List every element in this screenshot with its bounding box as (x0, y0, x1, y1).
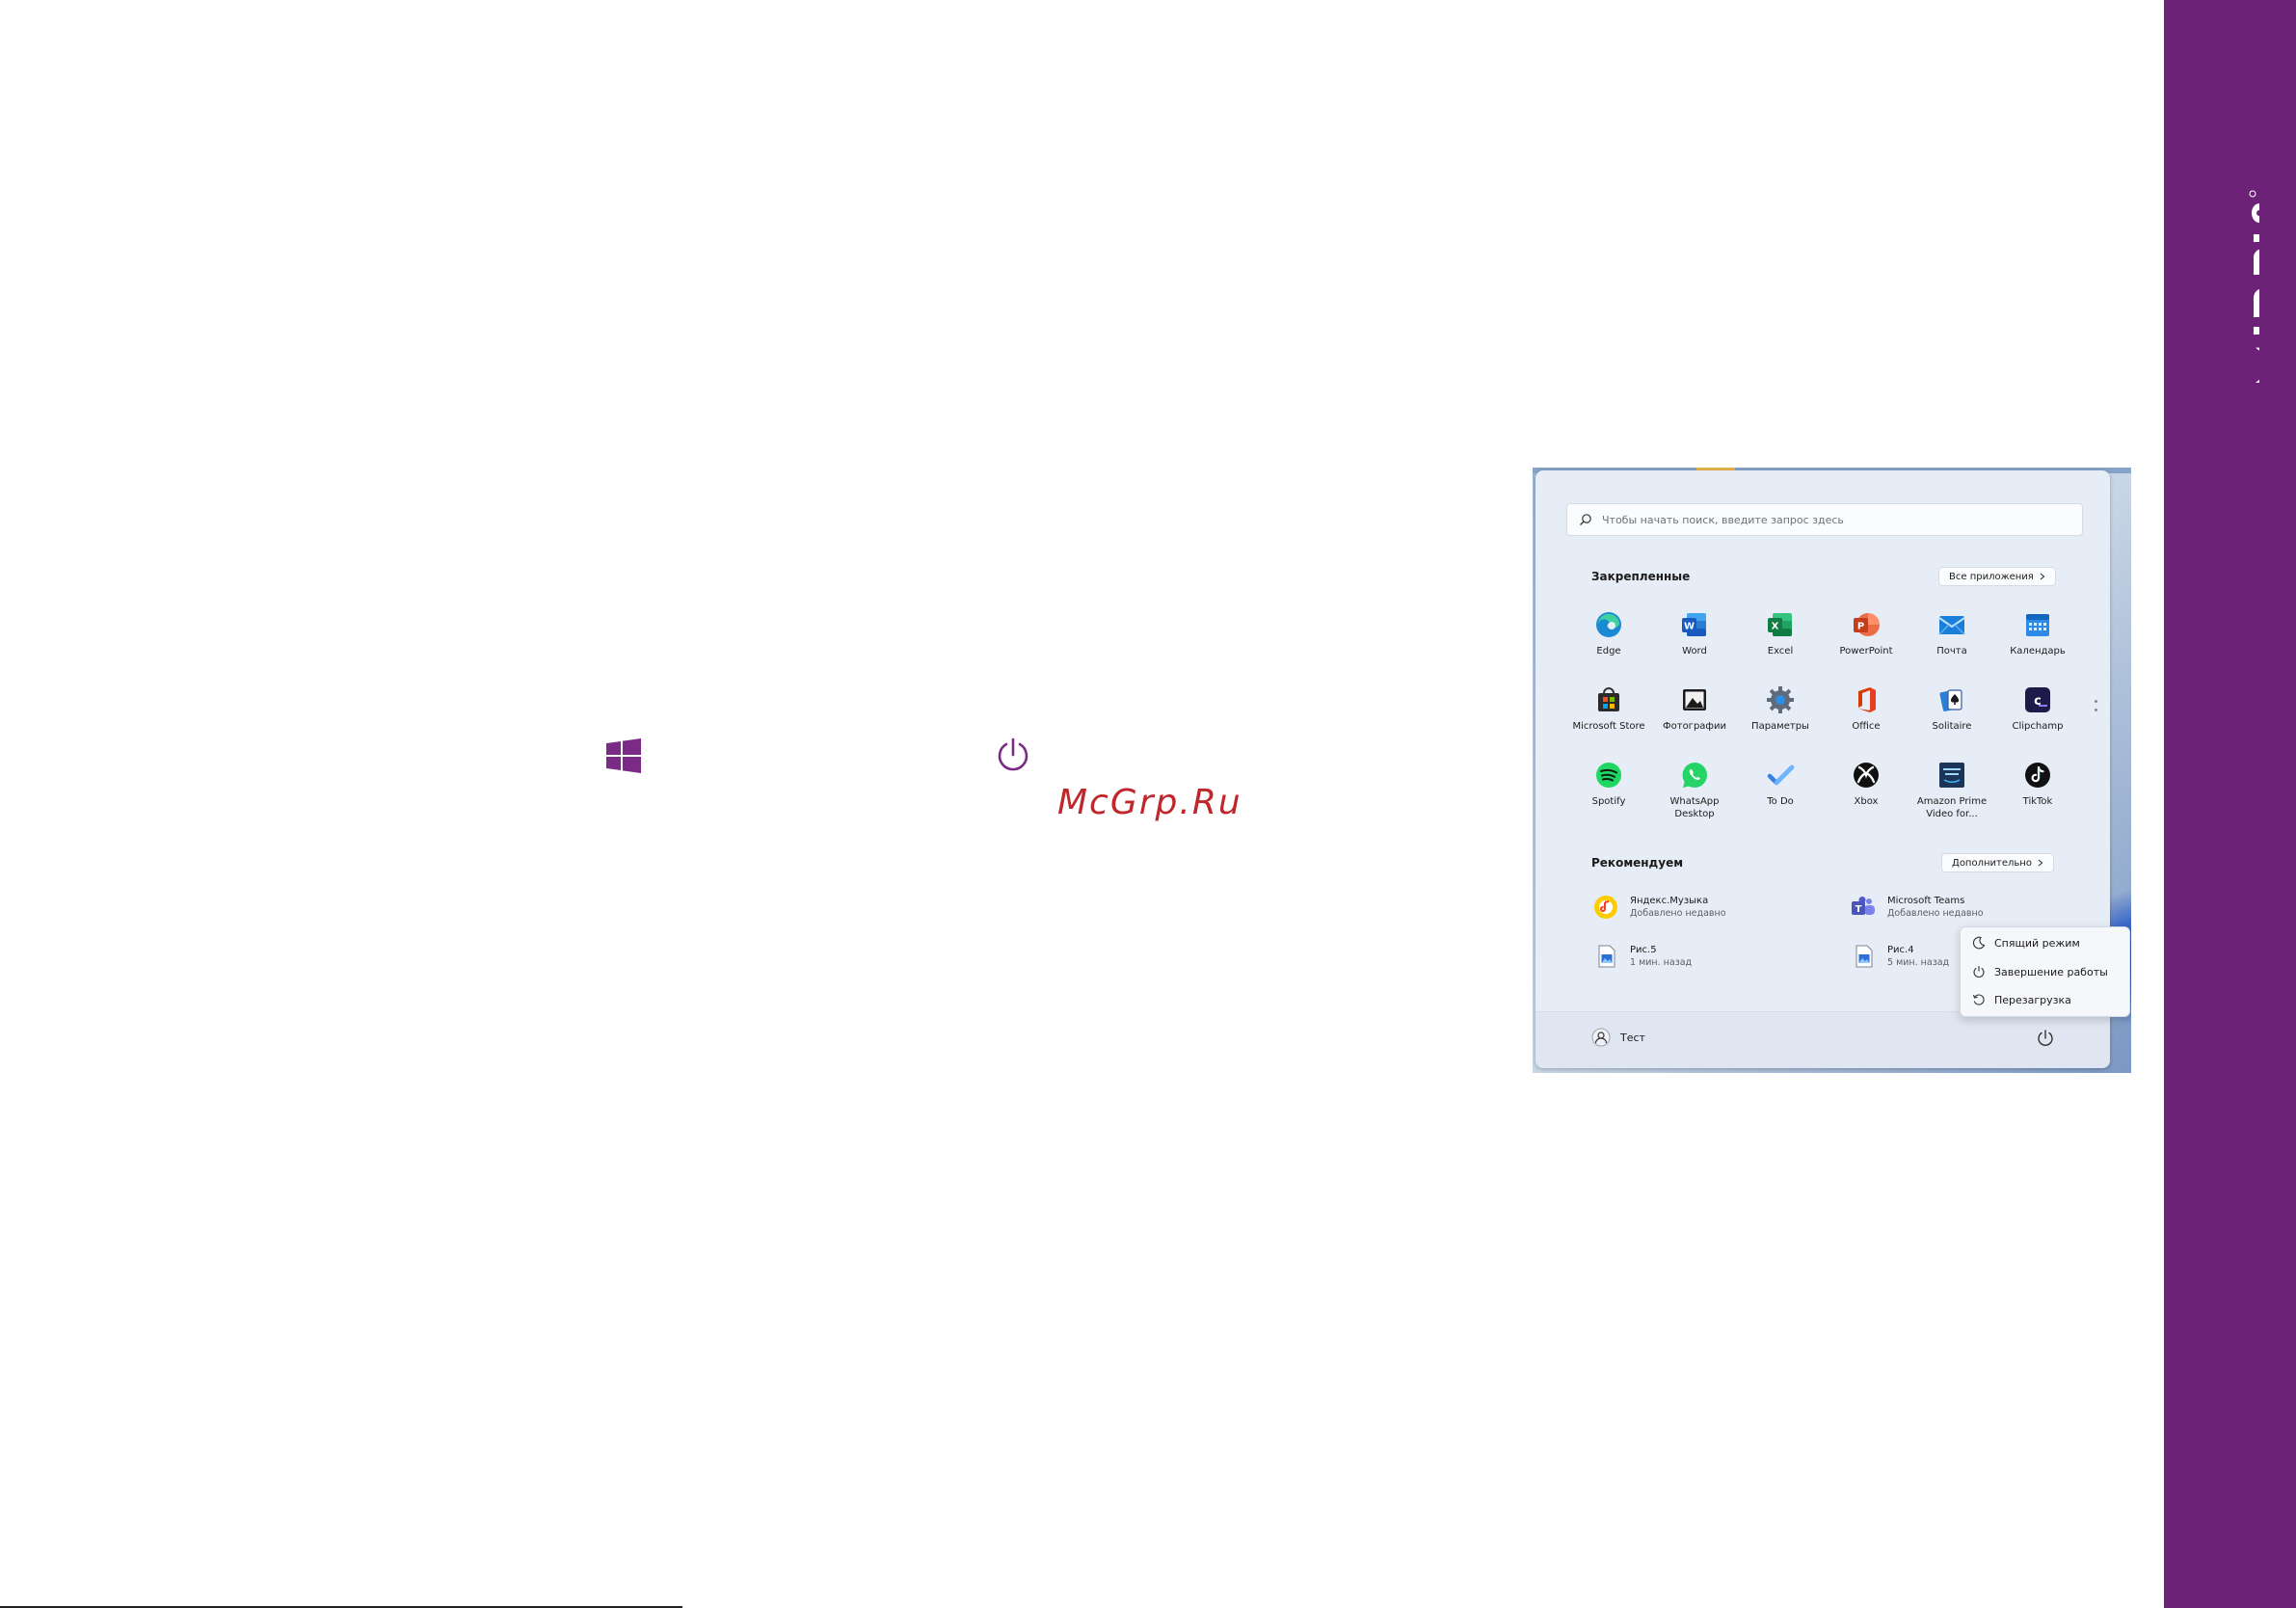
pinned-app-todo[interactable]: To Do (1738, 759, 1823, 808)
start-menu-footer: Тест (1535, 1011, 2110, 1068)
user-account-button[interactable]: Тест (1591, 1028, 1645, 1047)
watermark: McGrp.Ru (1057, 783, 1242, 822)
todo-icon (1764, 759, 1797, 791)
edge-icon (1592, 608, 1625, 641)
more-button[interactable]: Дополнительно (1941, 853, 2054, 872)
pinned-app-office[interactable]: Office (1824, 683, 1909, 733)
search-input[interactable] (1600, 512, 2067, 527)
settings-icon (1764, 683, 1797, 716)
sleep-icon (1972, 936, 1986, 950)
search-icon (1580, 514, 1591, 525)
shutdown-icon (1973, 966, 1985, 978)
windows-logo-icon (606, 738, 641, 773)
recommended-item-teams[interactable]: T Microsoft Teams Добавлено недавно (1849, 893, 1984, 922)
word-icon: W (1678, 608, 1711, 641)
pinned-app-edge[interactable]: Edge (1566, 608, 1651, 657)
power-button-icon[interactable] (2035, 1028, 2056, 1049)
pinned-title: Закрепленные (1591, 570, 1691, 583)
user-name: Тест (1620, 1031, 1645, 1044)
spotify-icon (1592, 759, 1625, 791)
pinned-app-word[interactable]: W Word (1652, 608, 1737, 657)
chevron-right-icon (2038, 859, 2043, 867)
yandex-music-icon (1591, 893, 1620, 922)
pinned-app-xbox[interactable]: Xbox (1824, 759, 1909, 808)
pinned-app-powerpoint[interactable]: P PowerPoint (1824, 608, 1909, 657)
pinned-app-clipchamp[interactable]: c Clipchamp (1995, 683, 2080, 733)
pinned-app-store[interactable]: Microsoft Store (1566, 683, 1651, 733)
menu-item-restart[interactable]: Перезагрузка (1972, 993, 2071, 1006)
chevron-right-icon (2040, 573, 2045, 580)
svg-text:W: W (1684, 622, 1695, 632)
all-apps-label: Все приложения (1949, 571, 2034, 582)
menu-item-shutdown[interactable]: Завершение работы (1972, 965, 2108, 978)
mail-icon (1936, 608, 1968, 641)
pinned-app-settings[interactable]: Параметры (1738, 683, 1823, 733)
pinned-app-photos[interactable]: Фотографии (1652, 683, 1737, 733)
start-menu-screenshot: Закрепленные Все приложения Edge W Word … (1533, 468, 2131, 1073)
svg-text:X: X (1772, 622, 1779, 632)
pinned-app-tiktok[interactable]: TikTok (1995, 759, 2080, 808)
teams-icon: T (1849, 893, 1878, 922)
calendar-icon (2021, 608, 2054, 641)
page-scroll-dots[interactable] (2095, 700, 2098, 717)
image-file-icon (1591, 942, 1620, 971)
search-box[interactable] (1566, 503, 2083, 536)
solitaire-icon (1936, 683, 1968, 716)
photos-icon (1678, 683, 1711, 716)
store-icon (1592, 683, 1625, 716)
powerpoint-icon: P (1850, 608, 1882, 641)
excel-icon: X (1764, 608, 1797, 641)
power-options-menu: Спящий режим Завершение работы Перезагру… (1960, 926, 2130, 1017)
pinned-app-spotify[interactable]: Spotify (1566, 759, 1651, 808)
recommended-title: Рекомендуем (1591, 856, 1684, 870)
irbis-logo (2249, 190, 2259, 383)
image-file-icon (1849, 942, 1878, 971)
recommended-item-image-4[interactable]: Рис.4 5 мин. назад (1849, 942, 1949, 971)
whatsapp-icon (1678, 759, 1711, 791)
office-icon (1850, 683, 1882, 716)
pinned-app-mail[interactable]: Почта (1909, 608, 1994, 657)
clipchamp-icon: c (2021, 683, 2054, 716)
recommended-item-yandex-music[interactable]: Яндекс.Музыка Добавлено недавно (1591, 893, 1726, 922)
more-label: Дополнительно (1952, 857, 2032, 869)
xbox-icon (1850, 759, 1882, 791)
menu-item-sleep[interactable]: Спящий режим (1972, 936, 2080, 950)
tiktok-icon (2021, 759, 2054, 791)
svg-text:P: P (1857, 622, 1864, 632)
power-icon (998, 737, 1028, 771)
pinned-app-calendar[interactable]: Календарь (1995, 608, 2080, 657)
user-icon (1591, 1028, 1611, 1047)
pinned-app-excel[interactable]: X Excel (1738, 608, 1823, 657)
svg-text:T: T (1855, 904, 1862, 915)
recommended-item-image-5[interactable]: Рис.5 1 мин. назад (1591, 942, 1692, 971)
pinned-app-prime-video[interactable]: Amazon Prime Video for... (1909, 759, 1994, 820)
restart-icon (1972, 994, 1985, 1005)
pinned-app-whatsapp[interactable]: WhatsApp Desktop (1652, 759, 1737, 820)
pinned-app-solitaire[interactable]: Solitaire (1909, 683, 1994, 733)
all-apps-button[interactable]: Все приложения (1938, 567, 2056, 586)
prime-video-icon (1936, 759, 1968, 791)
